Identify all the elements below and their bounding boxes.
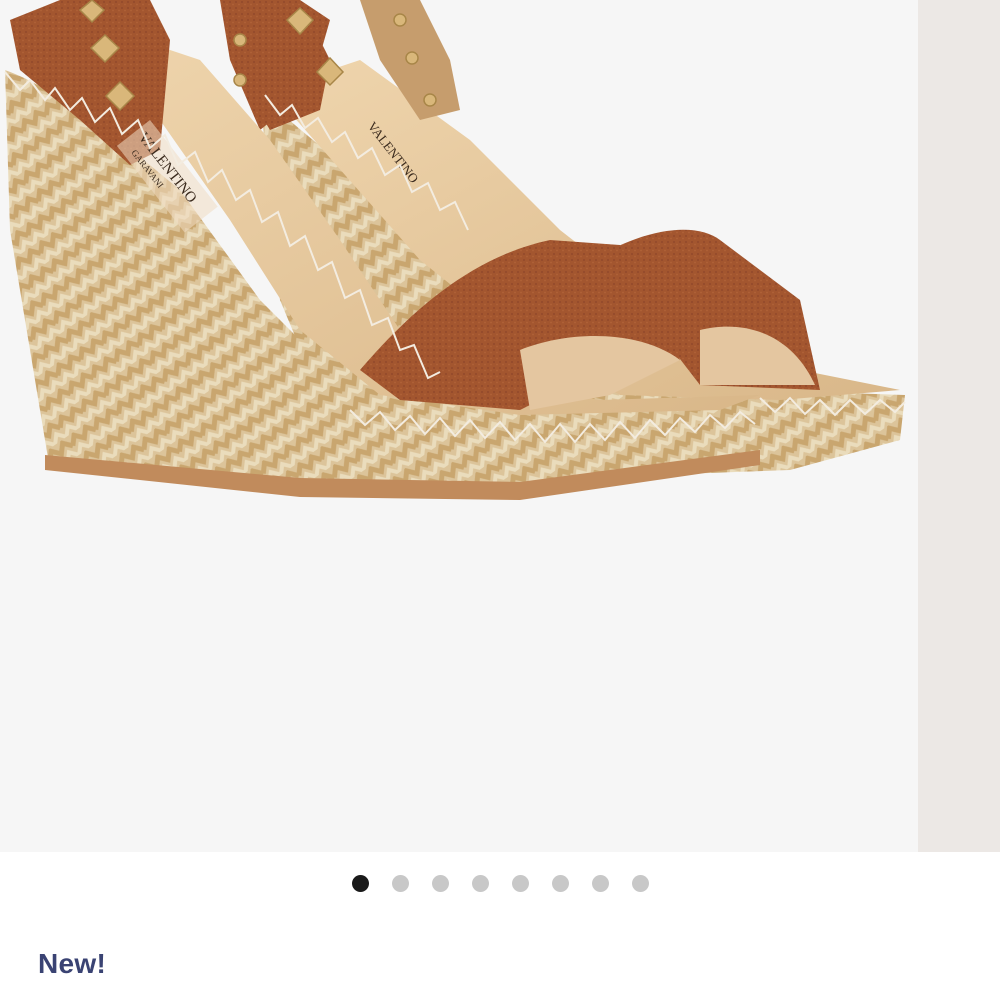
carousel-pagination xyxy=(0,873,1000,893)
carousel-dot-4[interactable] xyxy=(471,874,489,892)
carousel-dot-6[interactable] xyxy=(551,874,569,892)
carousel-slide-current[interactable]: VALENTINO GARAVANI VALENTINO xyxy=(0,0,918,852)
carousel-slide-next-peek[interactable] xyxy=(918,0,1000,852)
carousel-dot-8[interactable] xyxy=(631,874,649,892)
product-image: VALENTINO GARAVANI VALENTINO xyxy=(4,0,906,500)
product-page: VALENTINO GARAVANI VALENTINO New! xyxy=(0,0,1000,1000)
carousel-dot-2[interactable] xyxy=(391,874,409,892)
product-image-carousel[interactable]: VALENTINO GARAVANI VALENTINO xyxy=(0,0,1000,852)
carousel-dot-1[interactable] xyxy=(351,874,369,892)
carousel-dot-5[interactable] xyxy=(511,874,529,892)
new-badge: New! xyxy=(38,948,107,979)
carousel-dot-7[interactable] xyxy=(591,874,609,892)
carousel-dot-3[interactable] xyxy=(431,874,449,892)
